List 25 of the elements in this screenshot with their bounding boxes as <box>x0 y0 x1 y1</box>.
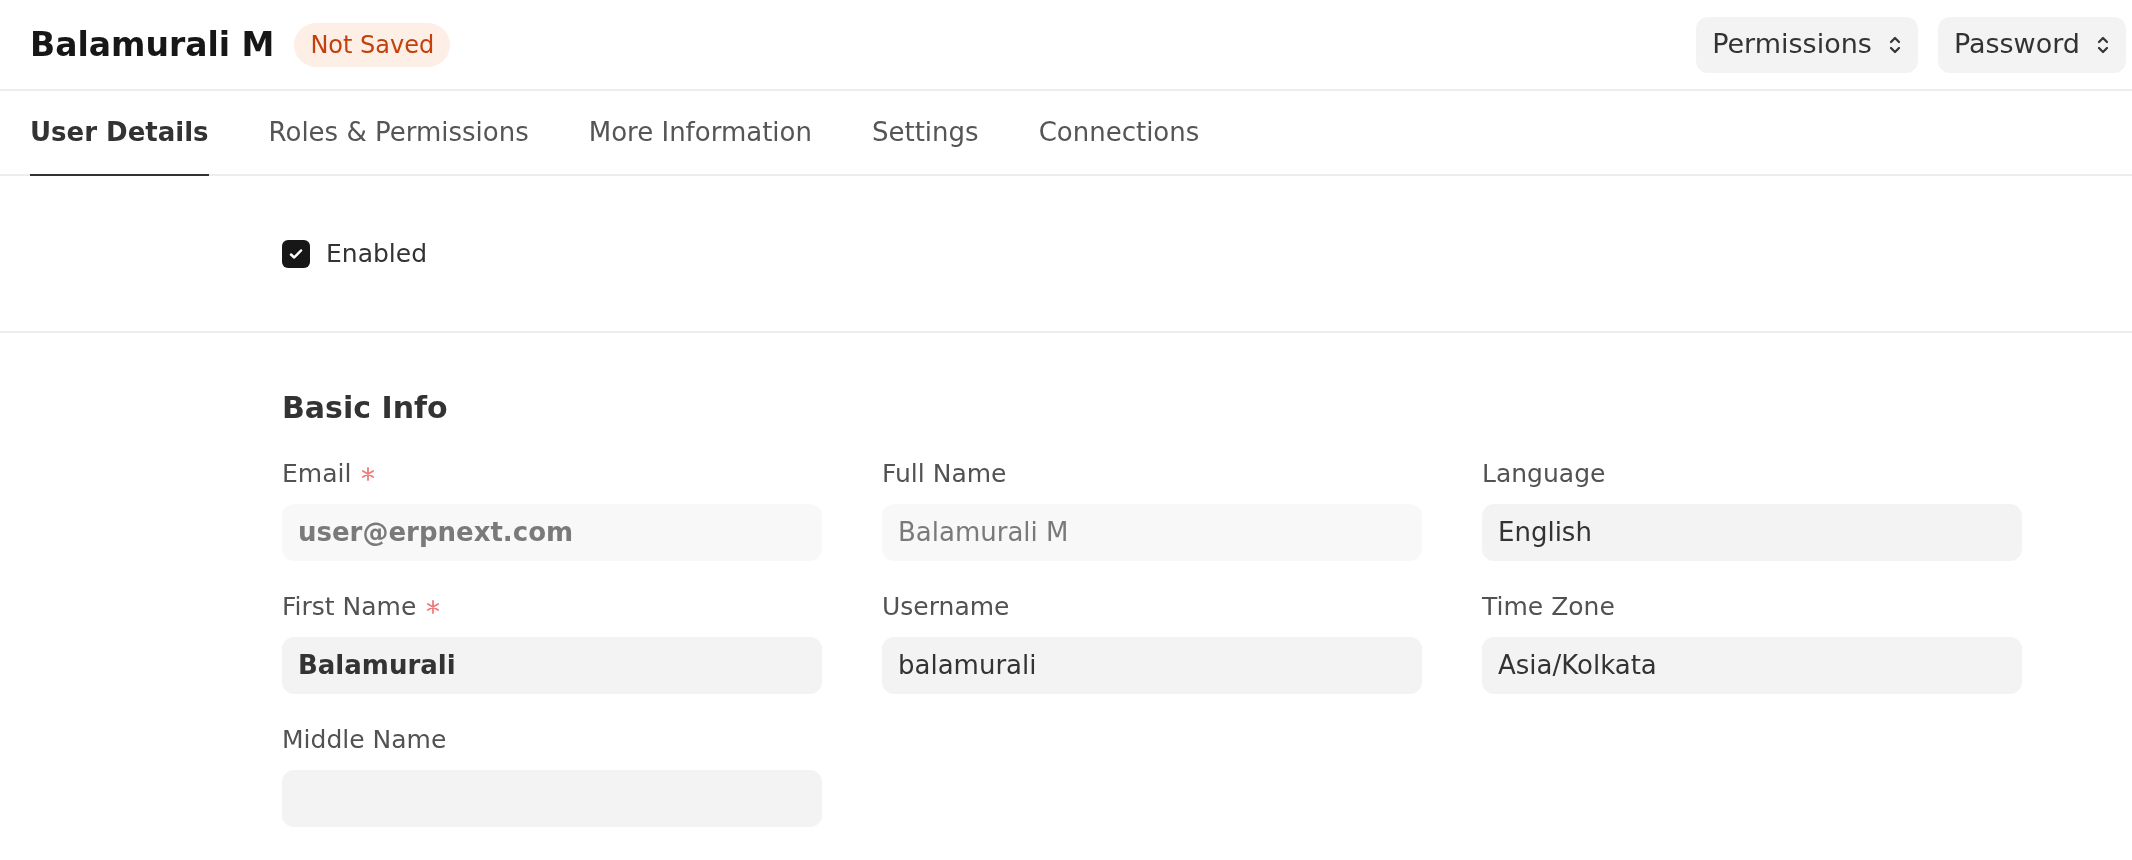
page-title: Balamurali M <box>30 23 275 66</box>
dropdown-button[interactable]: Password <box>1937 16 2126 73</box>
dropdown-button[interactable]: Permissions <box>1696 16 1918 73</box>
field-label: Full Name <box>882 458 1007 491</box>
input-field[interactable]: Asia/Kolkata <box>1482 637 2022 694</box>
field-label: First Name <box>282 591 417 624</box>
input-field[interactable]: Balamurali <box>282 637 822 694</box>
field-label: Middle Name <box>282 724 447 757</box>
tab[interactable]: Connections <box>1038 91 1200 176</box>
tab[interactable]: More Information <box>588 91 812 176</box>
input-field[interactable]: user@erpnext.com <box>282 504 822 561</box>
section-heading: Basic Info <box>282 389 449 427</box>
field-label: Username <box>882 591 1010 624</box>
field-label: Time Zone <box>1482 591 1615 624</box>
tab[interactable]: Settings <box>872 91 979 176</box>
tab[interactable]: User Details <box>30 91 209 176</box>
input-field[interactable]: balamurali <box>882 637 1422 694</box>
input-field[interactable]: English <box>1482 504 2022 561</box>
enabled-checkbox[interactable] <box>282 239 310 268</box>
status-badge: Not Saved <box>294 22 451 67</box>
checkbox-label: Enabled <box>326 237 428 270</box>
input-field[interactable]: Balamurali M <box>882 504 1422 561</box>
tab[interactable]: Roles & Permissions <box>268 91 529 176</box>
field-label: Email <box>282 458 352 491</box>
field-label: Language <box>1482 458 1606 491</box>
